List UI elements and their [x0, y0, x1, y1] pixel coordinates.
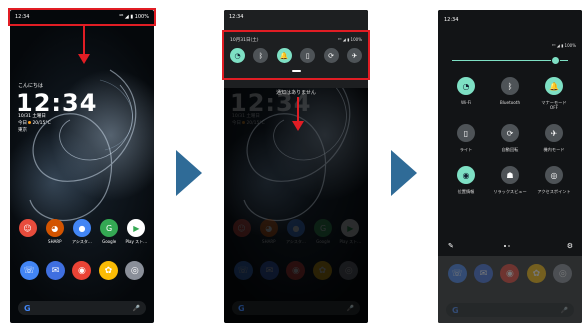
photos-icon[interactable]: ✿ — [98, 261, 118, 280]
manner-mode-tile-icon: 🔔 — [545, 77, 563, 95]
app-icon-3-glyph: G — [100, 219, 119, 237]
page-dot-active — [504, 245, 506, 247]
accessibility-tile-label: アクセスポイント — [537, 189, 571, 194]
app-icon-2-glyph: ● — [72, 219, 91, 237]
next-step-arrow-icon — [176, 150, 202, 196]
airplane-mode-tile-label: 機内モード — [543, 147, 565, 152]
app-label: アシスタ… — [72, 239, 92, 244]
app-row: ☺ ◕ SHARP ● アシスタ… G Google ▶ Play スト… — [10, 219, 154, 245]
reading-mode-tile-icon: ☗ — [501, 166, 519, 184]
reading-mode-tile[interactable]: ☗ リラックスビュー — [488, 166, 532, 194]
sun-icon — [28, 121, 32, 124]
quick-tiles-grid: ◔ Wi-Fi ᛒ Bluetooth 🔔 マナーモード OFF ▯ ライト ⟳ 自動回転 ✈ 機内モ… — [444, 77, 576, 194]
phone-quick-settings-full: 12:34 ⁴ᴳ ◢ ▮ 100% ◔ Wi-Fi ᛒ Bluetooth 🔔 マナーモー… — [438, 10, 582, 323]
weather-prefix: 今日 — [18, 121, 27, 126]
location-tile-label: 位置情報 — [457, 189, 475, 194]
page-indicator — [504, 245, 510, 247]
date: 10/31 土曜日 — [18, 114, 46, 119]
auto-rotate-tile[interactable]: ⟳ 自動回転 — [488, 124, 532, 152]
google-icon: G — [24, 303, 31, 313]
camera-icon[interactable]: ◎ — [553, 264, 573, 283]
date-weather: 10/31 土曜日 今日 20/15°C 東京 — [18, 113, 51, 134]
flashlight-tile-label: ライト — [459, 147, 473, 152]
wifi-tile-label: Wi-Fi — [461, 100, 471, 105]
google-search-bar[interactable]: G 🎤 — [18, 301, 146, 315]
auto-rotate-tile-label: 自動回転 — [501, 147, 519, 152]
chrome-icon[interactable]: ◉ — [500, 264, 520, 283]
mic-icon[interactable]: 🎤 — [561, 307, 568, 314]
tutorial-stage: 12:34 ⁴ᴳ ◢ ▮ 100% こんにちは 12:34 10/31 土曜日 … — [0, 0, 585, 329]
bluetooth-tile-icon: ᛒ — [501, 77, 519, 95]
accessibility-tile[interactable]: ◎ アクセスポイント — [532, 166, 576, 194]
status-time: 12:34 — [444, 17, 459, 23]
settings-gear-icon[interactable]: ⚙ — [567, 242, 573, 250]
wifi-tile[interactable]: ◔ Wi-Fi — [444, 77, 488, 110]
next-step-arrow-icon — [391, 150, 417, 196]
chrome-icon[interactable]: ◉ — [72, 261, 92, 280]
highlight-quick-tiles — [222, 30, 370, 80]
phone-icon[interactable]: ☏ — [19, 261, 39, 280]
highlight-status-bar — [8, 8, 156, 26]
edit-pencil-icon[interactable]: ✎ — [448, 242, 454, 250]
phone-icon[interactable]: ☏ — [447, 264, 467, 283]
google-icon: G — [452, 305, 459, 315]
manner-mode-tile[interactable]: 🔔 マナーモード OFF — [532, 77, 576, 110]
app-icon-3[interactable]: G Google — [97, 219, 121, 245]
wifi-tile-icon: ◔ — [457, 77, 475, 95]
dock: ☏ ✉ ◉ ✿ ◎ — [10, 261, 154, 280]
location-tile-icon: ◉ — [457, 166, 475, 184]
bluetooth-tile[interactable]: ᛒ Bluetooth — [488, 77, 532, 110]
location: 東京 — [18, 128, 27, 133]
shade-status-icons: ⁴ᴳ ◢ ▮ 100% — [551, 43, 576, 48]
status-bar: 12:34 — [224, 10, 368, 24]
messages-icon[interactable]: ✉ — [474, 264, 494, 283]
app-label: Google — [102, 239, 117, 244]
weather: 20/15°C — [32, 121, 51, 126]
swipe-down-arrow-icon — [292, 97, 304, 131]
bluetooth-tile-label: Bluetooth — [499, 100, 521, 105]
app-icon-4-glyph: ▶ — [127, 219, 146, 237]
app-icon-0[interactable]: ☺ — [16, 219, 40, 245]
page-dot — [508, 245, 510, 247]
weather-row: 今日 20/15°C — [18, 120, 51, 127]
accessibility-tile-icon: ◎ — [545, 166, 563, 184]
flashlight-tile-icon: ▯ — [457, 124, 475, 142]
reading-mode-tile-label: リラックスビュー — [493, 189, 527, 194]
home-preview-area: ☏ ✉ ◉ ✿ ◎ G 🎤 — [438, 256, 582, 323]
camera-icon[interactable]: ◎ — [125, 261, 145, 280]
swipe-down-arrow-icon — [78, 26, 90, 64]
airplane-mode-tile-icon: ✈ — [545, 124, 563, 142]
mic-icon[interactable]: 🎤 — [133, 305, 140, 312]
google-search-bar[interactable]: G 🎤 — [446, 303, 574, 317]
status-time: 12:34 — [229, 14, 244, 20]
app-label: SHARP — [48, 239, 62, 244]
app-icon-1-glyph: ◕ — [45, 219, 64, 237]
location-tile[interactable]: ◉ 位置情報 — [444, 166, 488, 194]
app-label: Play スト… — [125, 239, 148, 244]
auto-rotate-tile-icon: ⟳ — [501, 124, 519, 142]
app-icon-4[interactable]: ▶ Play スト… — [124, 219, 148, 245]
quick-settings-expanded[interactable]: 12:34 ⁴ᴳ ◢ ▮ 100% ◔ Wi-Fi ᛒ Bluetooth 🔔 マナーモー… — [438, 10, 582, 323]
no-notifications-text: 通知はありません — [276, 90, 316, 96]
dock: ☏ ✉ ◉ ✿ ◎ — [438, 264, 582, 283]
airplane-mode-tile[interactable]: ✈ 機内モード — [532, 124, 576, 152]
app-icon-2[interactable]: ● アシスタ… — [70, 219, 94, 245]
flashlight-tile[interactable]: ▯ ライト — [444, 124, 488, 152]
brightness-knob[interactable] — [551, 56, 560, 65]
manner-mode-tile-label: マナーモード OFF — [541, 100, 567, 110]
photos-icon[interactable]: ✿ — [526, 264, 546, 283]
app-icon-1[interactable]: ◕ SHARP — [43, 219, 67, 245]
app-icon-0-glyph: ☺ — [18, 219, 37, 237]
greeting: こんにちは — [18, 83, 44, 89]
messages-icon[interactable]: ✉ — [46, 261, 66, 280]
